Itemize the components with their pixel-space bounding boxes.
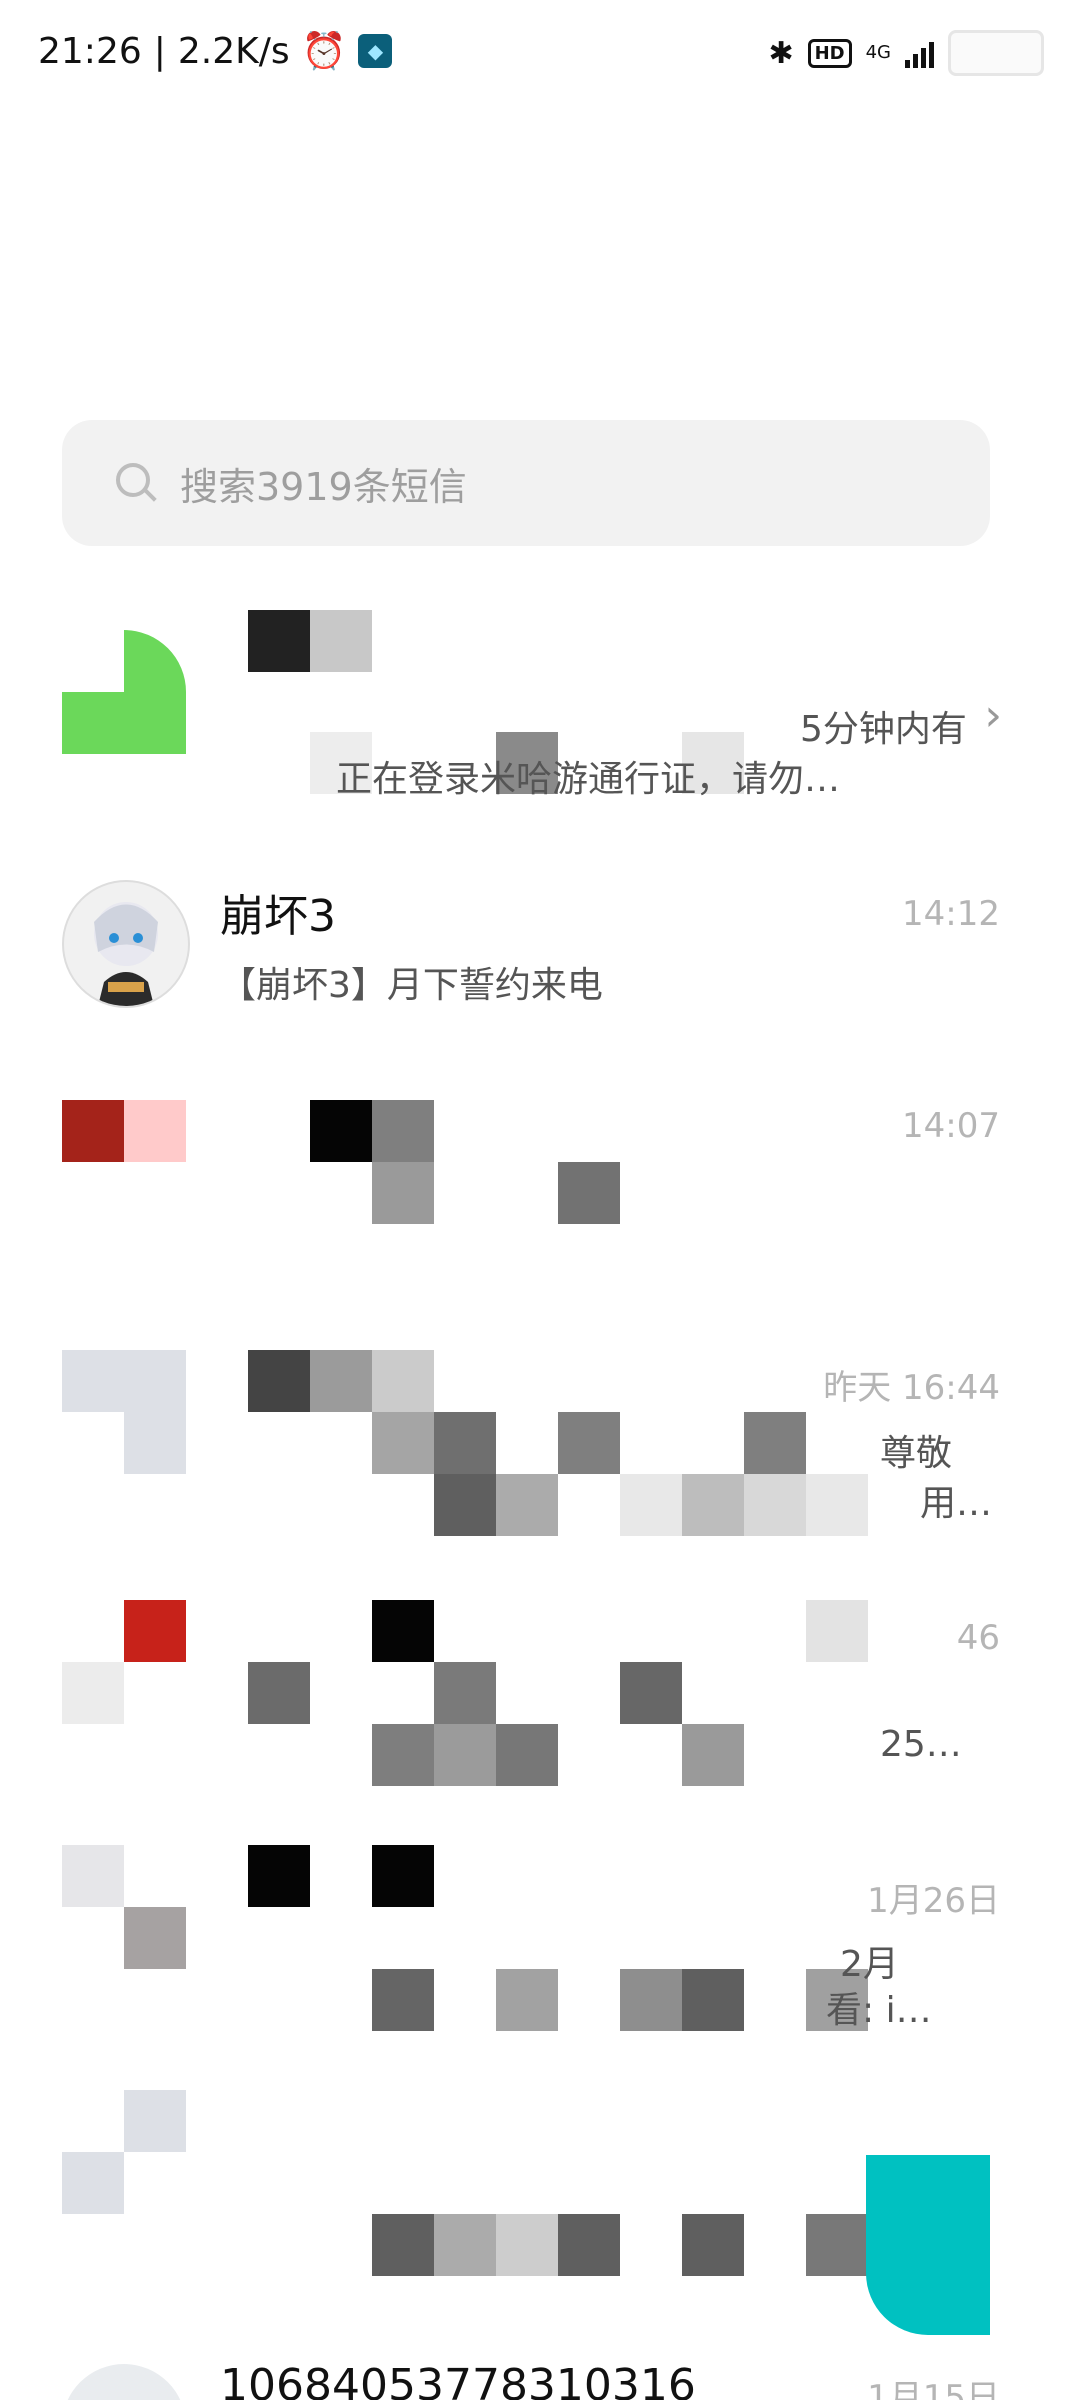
avatar xyxy=(62,880,190,1008)
search-bar[interactable]: 搜索3919条短信 xyxy=(62,420,990,546)
avatar xyxy=(124,2090,186,2152)
conversation-item[interactable]: 崩坏3 14:12 【崩坏3】月下誓约来电 xyxy=(0,860,1080,1060)
sender-name: 10684053778310316 xyxy=(220,2360,696,2400)
avatar xyxy=(62,1350,186,1412)
chevron-right-icon: › xyxy=(984,690,1002,741)
conversation-item[interactable]: 14:07 xyxy=(0,1100,1080,1320)
signal-icon xyxy=(905,38,934,68)
avatar xyxy=(124,1600,186,1662)
status-right: ✱ HD 4G xyxy=(768,30,1044,76)
message-time: 1月15日 xyxy=(867,2378,1000,2400)
battery-icon xyxy=(948,30,1044,76)
search-placeholder: 搜索3919条短信 xyxy=(180,464,467,509)
sender-name: 崩坏3 xyxy=(220,891,336,942)
message-preview-line1: 尊敬 xyxy=(880,1433,953,1474)
message-time: 昨天 16:44 xyxy=(823,1368,1000,1408)
message-preview: 25… xyxy=(880,1724,962,1765)
message-time: 14:12 xyxy=(902,894,1000,934)
message-preview: 【崩坏3】月下誓约来电 xyxy=(220,965,603,1006)
avatar xyxy=(62,2364,186,2400)
conversation-item[interactable]: 5分钟内有 正在登录米哈游通行证，请勿… › xyxy=(0,600,1080,820)
compose-button[interactable] xyxy=(866,2155,990,2335)
avatar xyxy=(62,1100,124,1162)
avatar xyxy=(62,1845,124,1907)
alarm-icon: ⏰ xyxy=(301,31,347,72)
network-type: 4G xyxy=(865,42,891,63)
avatar-illustration xyxy=(94,902,158,1006)
status-left: 21:26 | 2.2K/s ⏰ ◆ xyxy=(38,30,393,72)
app-icon: ◆ xyxy=(358,34,393,68)
status-time: 21:26 xyxy=(38,30,142,72)
conversation-item[interactable]: 46 25… xyxy=(0,1600,1080,1800)
message-preview-line2: 正在登录米哈游通行证，请勿… xyxy=(336,759,841,800)
network-speed: 2.2K/s xyxy=(177,30,290,72)
message-time: 46 xyxy=(956,1618,1000,1658)
message-preview-line2: 用… xyxy=(920,1483,993,1524)
status-bar: 21:26 | 2.2K/s ⏰ ◆ ✱ HD 4G xyxy=(0,0,1080,110)
conversation-item[interactable]: 10684053778310316 1月15日 xyxy=(0,2340,1080,2400)
message-preview-line2: 看: i… xyxy=(826,1990,932,2031)
status-separator: | xyxy=(153,30,166,72)
message-preview-line1: 5分钟内有 xyxy=(800,709,967,750)
bluetooth-icon: ✱ xyxy=(768,35,794,71)
message-time: 1月26日 xyxy=(867,1881,1000,1921)
message-time: 14:07 xyxy=(902,1106,1000,1146)
conversation-item[interactable]: 1月26日 2月 看: i… xyxy=(0,1845,1080,2045)
conversation-item[interactable]: 昨天 16:44 尊敬 用… xyxy=(0,1350,1080,1550)
hd-badge: HD xyxy=(807,38,852,68)
message-preview-line1: 2月 xyxy=(840,1944,899,1985)
search-icon xyxy=(114,461,158,505)
